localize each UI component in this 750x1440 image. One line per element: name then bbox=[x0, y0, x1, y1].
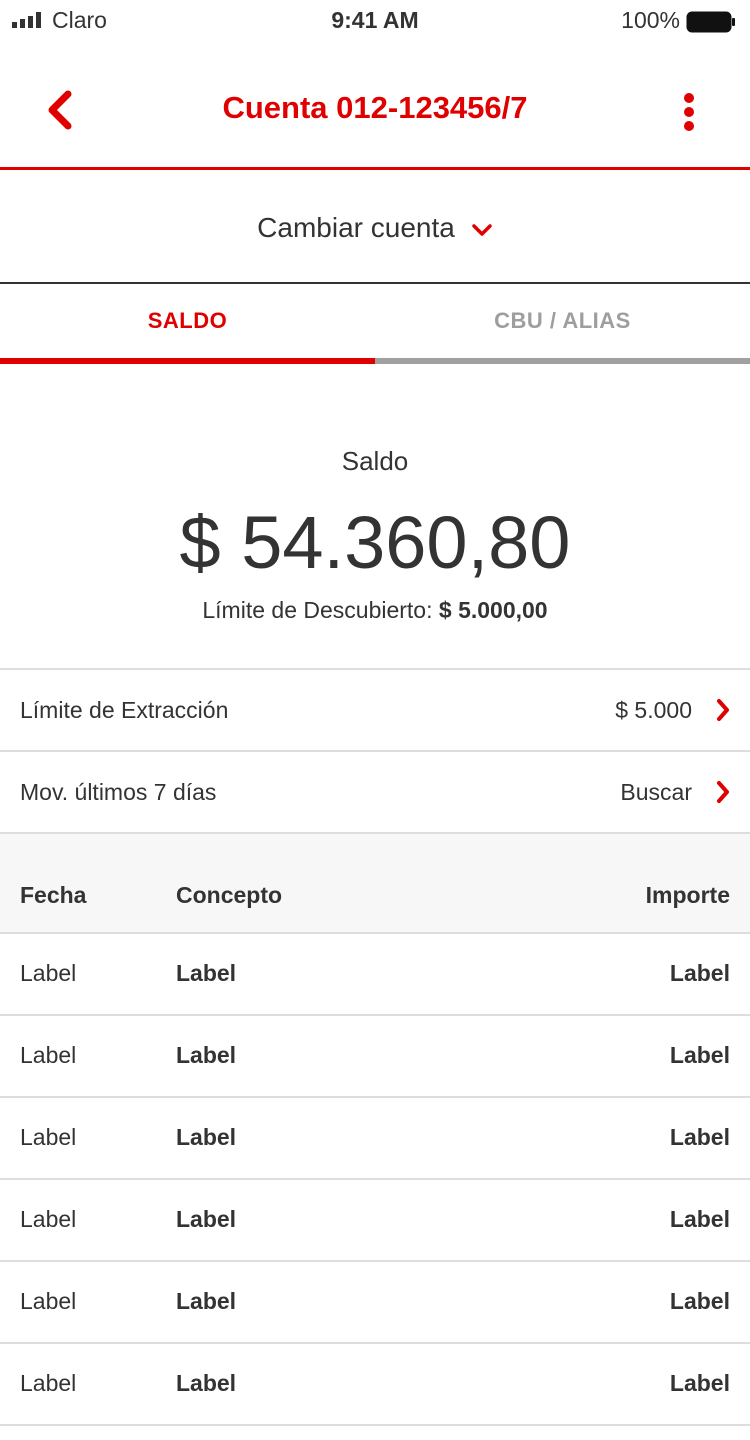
page-title: Cuenta 012-123456/7 bbox=[222, 90, 528, 125]
cell-concepto: Label bbox=[176, 1206, 237, 1232]
change-account-button[interactable]: Cambiar cuenta bbox=[0, 173, 750, 284]
cell-concepto: Label bbox=[176, 1370, 237, 1396]
cell-fecha: Label bbox=[20, 1042, 77, 1068]
balance-amount: $ 54.360,80 bbox=[179, 501, 571, 584]
table-row[interactable]: Label Label Label bbox=[0, 1262, 750, 1344]
cell-importe: Label bbox=[669, 1288, 730, 1314]
cell-concepto: Label bbox=[176, 1124, 237, 1150]
chevron-down-icon bbox=[472, 223, 492, 236]
tab-bar: SALDO CBU / ALIAS bbox=[0, 284, 750, 364]
column-header-importe: Importe bbox=[645, 882, 730, 908]
column-header-concepto: Concepto bbox=[176, 882, 283, 908]
cell-fecha: Label bbox=[20, 960, 77, 986]
cell-concepto: Label bbox=[176, 960, 237, 986]
cell-fecha: Label bbox=[20, 1206, 77, 1232]
overdraft-label: Límite de Descubierto: bbox=[202, 597, 433, 623]
cell-fecha: Label bbox=[20, 1124, 77, 1150]
battery-icon bbox=[686, 11, 735, 33]
chevron-right-icon bbox=[717, 781, 729, 803]
cell-importe: Label bbox=[669, 1206, 730, 1232]
column-header-fecha: Fecha bbox=[20, 882, 87, 908]
movements-label: Mov. últimos 7 días bbox=[20, 778, 217, 805]
overdraft-limit: Límite de Descubierto: $ 5.000,00 bbox=[0, 597, 750, 624]
status-bar: Claro 9:41 AM 100% bbox=[0, 0, 750, 40]
table-row[interactable]: Label Label Label bbox=[0, 1016, 750, 1098]
movements-table-body: Label Label Label Label Label Label Labe… bbox=[0, 934, 750, 1426]
cell-concepto: Label bbox=[176, 1288, 237, 1314]
cell-fecha: Label bbox=[20, 1370, 77, 1396]
table-row[interactable]: Label Label Label bbox=[0, 1180, 750, 1262]
cell-importe: Label bbox=[669, 960, 730, 986]
search-link: Buscar bbox=[620, 778, 692, 805]
table-row[interactable]: Label Label Label bbox=[0, 1098, 750, 1180]
nav-header: Cuenta 012-123456/7 bbox=[0, 60, 750, 170]
more-vertical-icon[interactable] bbox=[672, 90, 706, 134]
tab-saldo[interactable]: SALDO bbox=[0, 284, 375, 364]
tab-cbu-alias[interactable]: CBU / ALIAS bbox=[375, 284, 750, 364]
withdrawal-limit-label: Límite de Extracción bbox=[20, 696, 229, 723]
withdrawal-limit-row[interactable]: Límite de Extracción $ 5.000 bbox=[0, 668, 750, 750]
battery-percent: 100% bbox=[621, 7, 680, 33]
chevron-right-icon bbox=[717, 699, 729, 721]
change-account-label: Cambiar cuenta bbox=[257, 211, 455, 243]
balance-title: Saldo bbox=[341, 446, 409, 476]
withdrawal-limit-value: $ 5.000 bbox=[615, 696, 692, 723]
movements-table-header: Fecha Concepto Importe bbox=[0, 832, 750, 934]
cell-concepto: Label bbox=[176, 1042, 237, 1068]
cell-importe: Label bbox=[669, 1370, 730, 1396]
cell-importe: Label bbox=[669, 1124, 730, 1150]
table-row[interactable]: Label Label Label bbox=[0, 934, 750, 1016]
cell-importe: Label bbox=[669, 1042, 730, 1068]
cell-fecha: Label bbox=[20, 1288, 77, 1314]
overdraft-value: $ 5.000,00 bbox=[438, 597, 548, 623]
movements-search-row[interactable]: Mov. últimos 7 días Buscar bbox=[0, 750, 750, 832]
table-row[interactable]: Label Label Label bbox=[0, 1344, 750, 1426]
